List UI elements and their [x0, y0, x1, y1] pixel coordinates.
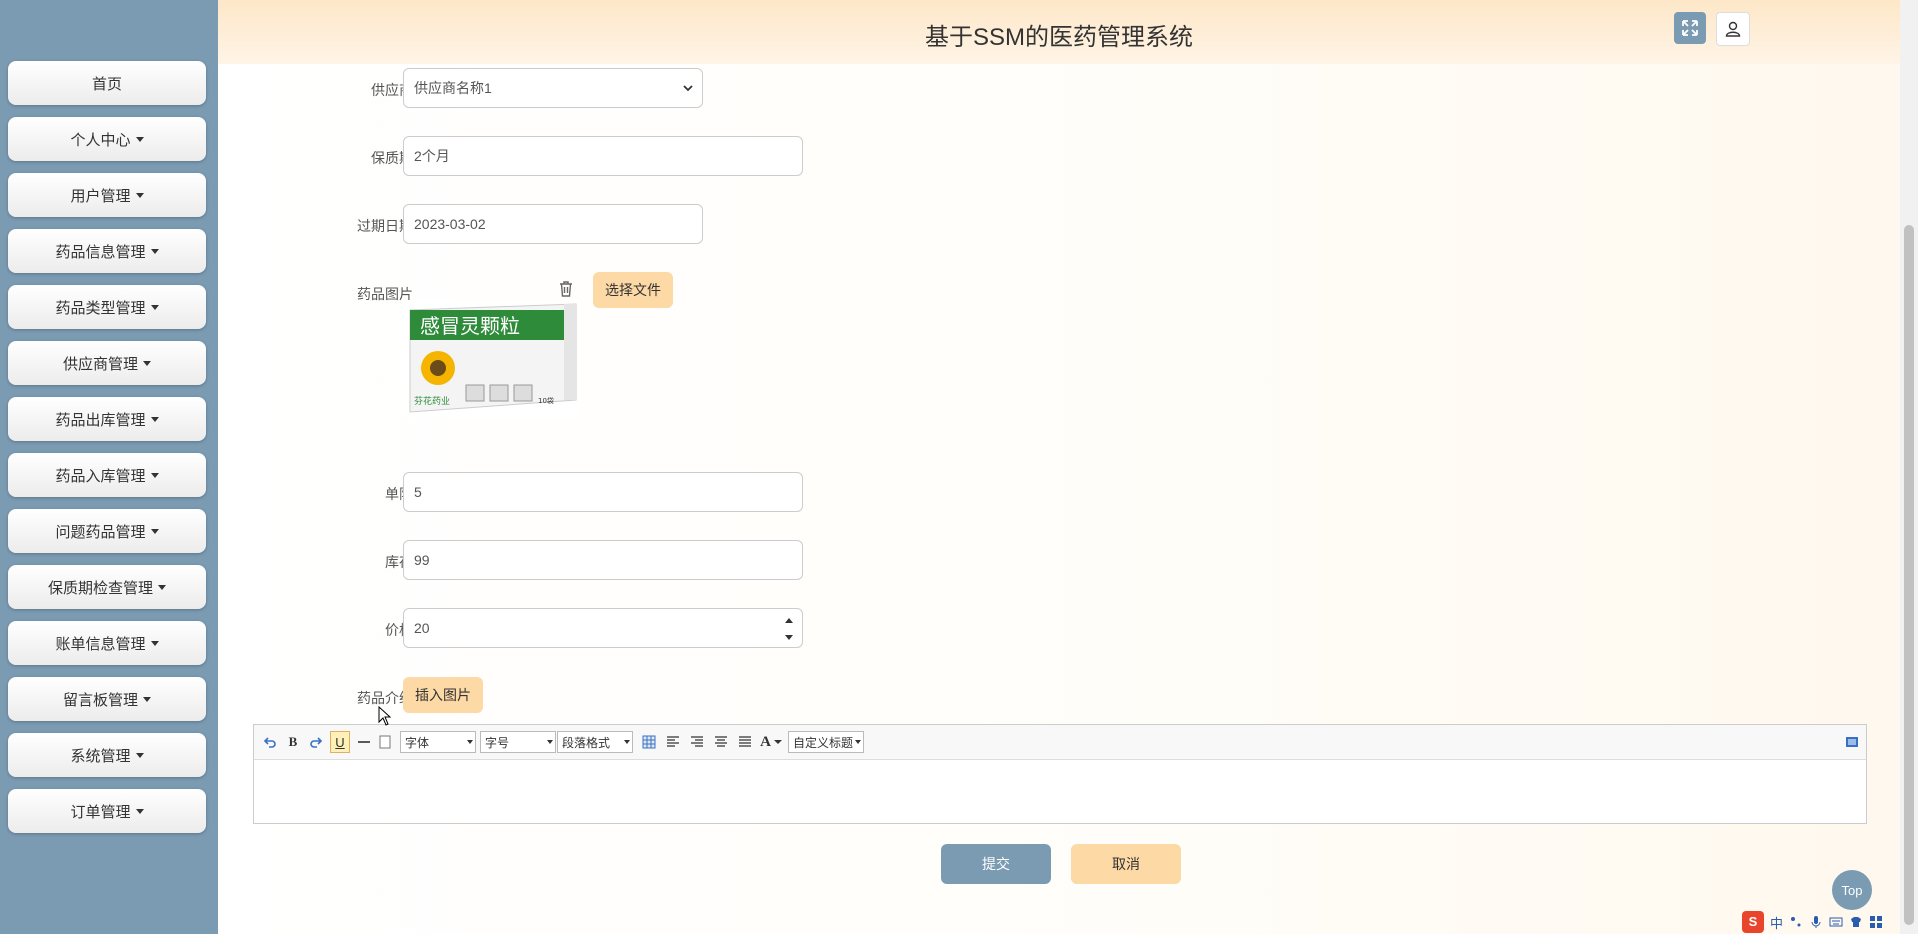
mouse-cursor-icon	[378, 706, 392, 726]
sidebar-item-bill-info[interactable]: 账单信息管理	[8, 621, 206, 665]
keyboard-icon[interactable]	[1829, 915, 1843, 929]
dropdown-arrow-icon	[855, 740, 861, 744]
sidebar-item-label: 订单管理	[70, 803, 131, 821]
sidebar-item-label: 账单信息管理	[55, 635, 146, 653]
caret-down-icon	[143, 360, 151, 366]
caret-down-icon	[150, 640, 159, 646]
sidebar-item-personal-center[interactable]: 个人中心	[8, 117, 206, 161]
sidebar-item-drug-outbound[interactable]: 药品出库管理	[8, 397, 206, 441]
font-size-value: 字号	[485, 735, 510, 750]
sidebar-item-label: 首页	[91, 75, 122, 93]
sidebar-item-label: 药品入库管理	[55, 467, 146, 485]
ime-status-bar: S 中	[1742, 910, 1900, 934]
sidebar-item-label: 系统管理	[70, 747, 131, 765]
sidebar-item-label: 药品出库管理	[55, 411, 146, 429]
sidebar: 首页 个人中心 用户管理 药品信息管理 药品类型管理 供应商管理 药品出库管理 …	[0, 0, 218, 934]
dropdown-arrow-icon	[467, 740, 473, 744]
microphone-icon[interactable]	[1809, 915, 1823, 929]
sidebar-item-drug-inbound[interactable]: 药品入库管理	[8, 453, 206, 497]
sidebar-item-label: 供应商管理	[62, 355, 138, 373]
custom-heading-select[interactable]: 自定义标题	[788, 731, 864, 753]
back-to-top-button[interactable]: Top	[1832, 870, 1872, 910]
sidebar-item-user-management[interactable]: 用户管理	[8, 173, 206, 217]
sidebar-item-label: 药品类型管理	[55, 299, 146, 317]
font-color-button[interactable]: A	[758, 731, 784, 753]
custom-heading-value: 自定义标题	[793, 735, 854, 750]
align-right-icon[interactable]	[688, 731, 706, 753]
sidebar-item-label: 留言板管理	[62, 691, 138, 709]
page-icon[interactable]	[376, 731, 394, 753]
sidebar-item-orders[interactable]: 订单管理	[8, 789, 206, 833]
redo-icon[interactable]	[307, 731, 325, 753]
sidebar-item-label: 药品信息管理	[55, 243, 146, 261]
cancel-label: 取消	[1112, 856, 1140, 872]
dropdown-arrow-icon	[547, 740, 553, 744]
sidebar-item-shelf-life-check[interactable]: 保质期检查管理	[8, 565, 206, 609]
font-family-value: 字体	[405, 735, 430, 750]
sidebar-item-drug-type[interactable]: 药品类型管理	[8, 285, 206, 329]
caret-down-icon	[135, 136, 144, 142]
sidebar-item-drug-info[interactable]: 药品信息管理	[8, 229, 206, 273]
sidebar-item-label: 问题药品管理	[55, 523, 146, 541]
sidebar-item-problem-drug[interactable]: 问题药品管理	[8, 509, 206, 553]
toolbox-icon[interactable]	[1869, 915, 1883, 929]
sidebar-item-home[interactable]: 首页	[8, 61, 206, 105]
sidebar-item-label: 个人中心	[70, 131, 131, 149]
editor-toolbar-items: B U 字体 字号 段落格式 A 自定义标题	[218, 0, 1900, 869]
dropdown-arrow-icon	[624, 740, 630, 744]
main-content: 供应商 供应商名称1 保质期 2个月 过期日期 2023-03-02 药品图片 …	[218, 64, 1900, 934]
back-to-top-label: Top	[1841, 882, 1863, 898]
font-family-select[interactable]: 字体	[400, 731, 476, 753]
caret-down-icon	[135, 752, 144, 758]
submit-button[interactable]: 提交	[941, 844, 1051, 884]
horizontal-rule-icon[interactable]	[355, 731, 373, 753]
cancel-button[interactable]: 取消	[1071, 844, 1181, 884]
submit-label: 提交	[982, 856, 1010, 872]
caret-down-icon	[150, 528, 159, 534]
caret-down-icon	[158, 584, 166, 590]
page-scrollbar[interactable]	[1900, 0, 1918, 934]
sogou-logo-icon: S	[1742, 911, 1764, 933]
align-center-icon[interactable]	[712, 731, 730, 753]
sidebar-item-label: 用户管理	[70, 187, 131, 205]
sidebar-item-system[interactable]: 系统管理	[8, 733, 206, 777]
caret-down-icon	[150, 248, 159, 254]
caret-down-icon	[143, 696, 151, 702]
sidebar-item-label: 保质期检查管理	[47, 579, 153, 597]
dropdown-arrow-icon	[773, 740, 782, 744]
align-left-icon[interactable]	[664, 731, 682, 753]
bold-button[interactable]: B	[284, 731, 302, 753]
font-size-select[interactable]: 字号	[480, 731, 556, 753]
caret-down-icon	[150, 472, 159, 478]
font-color-glyph: A	[760, 733, 771, 750]
underline-button[interactable]: U	[330, 731, 350, 753]
paragraph-format-value: 段落格式	[562, 735, 611, 750]
sidebar-item-message-board[interactable]: 留言板管理	[8, 677, 206, 721]
ime-language[interactable]: 中	[1770, 913, 1783, 932]
paragraph-format-select[interactable]: 段落格式	[557, 731, 633, 753]
skin-icon[interactable]	[1849, 915, 1863, 929]
undo-icon[interactable]	[261, 731, 279, 753]
caret-down-icon	[135, 808, 144, 814]
caret-down-icon	[150, 304, 159, 310]
table-icon[interactable]	[640, 731, 658, 753]
sidebar-item-supplier[interactable]: 供应商管理	[8, 341, 206, 385]
fullscreen-editor-icon[interactable]	[1843, 731, 1861, 753]
scrollbar-thumb[interactable]	[1904, 225, 1914, 925]
punctuation-icon[interactable]	[1789, 915, 1803, 929]
caret-down-icon	[135, 192, 144, 198]
caret-down-icon	[150, 416, 159, 422]
align-justify-icon[interactable]	[736, 731, 754, 753]
